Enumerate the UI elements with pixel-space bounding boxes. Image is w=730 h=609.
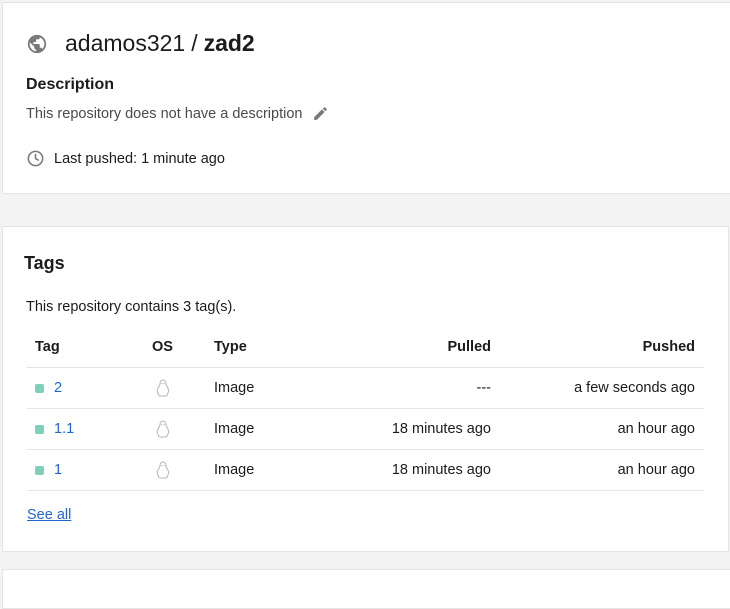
column-header-pulled[interactable]: Pulled: [284, 326, 491, 368]
pencil-icon[interactable]: [312, 105, 329, 122]
table-row: 2 Image --- a few seconds ago: [27, 367, 704, 409]
table-row: 1.1 Image 18 minutes ago an hour ago: [27, 408, 704, 450]
status-dot-icon: [35, 383, 44, 393]
tag-link[interactable]: 1.1: [35, 421, 125, 437]
status-dot-icon: [35, 424, 44, 434]
description-row: This repository does not have a descript…: [26, 105, 329, 122]
pushed-cell: a few seconds ago: [491, 367, 704, 409]
tags-count-text: This repository contains 3 tag(s).: [26, 299, 237, 315]
see-all-link[interactable]: See all: [27, 507, 71, 523]
repo-title: adamos321 / zad2: [26, 30, 255, 57]
last-pushed-row: Last pushed: 1 minute ago: [26, 149, 225, 168]
column-header-tag[interactable]: Tag: [27, 326, 125, 368]
linux-icon: [155, 420, 171, 438]
repo-namespace[interactable]: adamos321: [65, 30, 185, 57]
tag-name[interactable]: 1: [54, 462, 62, 478]
tags-title: Tags: [24, 253, 65, 273]
tag-link[interactable]: 1: [35, 462, 125, 478]
type-cell: Image: [200, 449, 284, 491]
pulled-cell: 18 minutes ago: [284, 408, 491, 450]
linux-icon: [155, 379, 171, 397]
pulled-cell: ---: [284, 367, 491, 409]
pushed-cell: an hour ago: [491, 408, 704, 450]
linux-icon: [155, 461, 171, 479]
tags-table: Tag OS Type Pulled Pushed 2 Image --- a …: [27, 326, 704, 491]
clock-icon: [26, 149, 45, 168]
pulled-cell: 18 minutes ago: [284, 449, 491, 491]
table-header-row: Tag OS Type Pulled Pushed: [27, 326, 704, 368]
tag-link[interactable]: 2: [35, 380, 125, 396]
last-pushed-text: Last pushed: 1 minute ago: [54, 150, 225, 167]
globe-icon: [26, 33, 48, 55]
description-label: Description: [26, 76, 115, 93]
pushed-cell: an hour ago: [491, 449, 704, 491]
type-cell: Image: [200, 408, 284, 450]
type-cell: Image: [200, 367, 284, 409]
repo-separator: /: [191, 30, 198, 56]
next-card: [2, 569, 730, 609]
column-header-type: Type: [200, 326, 284, 368]
status-dot-icon: [35, 465, 44, 475]
tag-name[interactable]: 1.1: [54, 421, 74, 437]
description-text: This repository does not have a descript…: [26, 105, 303, 122]
column-header-pushed[interactable]: Pushed: [491, 326, 704, 368]
table-row: 1 Image 18 minutes ago an hour ago: [27, 449, 704, 491]
repo-name: zad2: [203, 30, 255, 56]
column-header-os: OS: [125, 326, 200, 368]
tag-name[interactable]: 2: [54, 380, 62, 396]
